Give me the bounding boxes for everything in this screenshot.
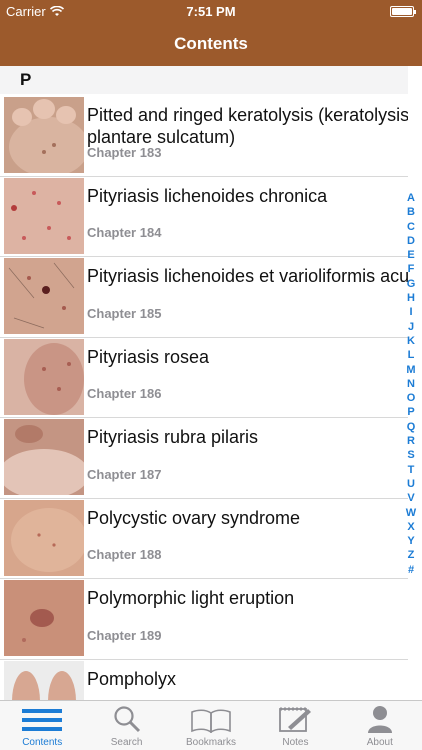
thumbnail-image: [4, 338, 84, 415]
item-chapter: Chapter 186: [87, 386, 162, 401]
tab-label: Contents: [22, 737, 63, 748]
index-letter[interactable]: I: [409, 305, 412, 319]
thumbnail-image: [4, 97, 84, 173]
book-icon: [169, 701, 253, 733]
tab-about[interactable]: About: [338, 701, 422, 750]
tab-bookmarks[interactable]: Bookmarks: [169, 701, 253, 750]
list-item[interactable]: Pityriasis rubra pilaris Chapter 187: [0, 418, 408, 499]
index-letter[interactable]: L: [408, 348, 415, 362]
tab-bar: Contents Search Bookmarks Notes About: [0, 700, 422, 750]
list-item[interactable]: Pityriasis rosea Chapter 186: [0, 338, 408, 418]
section-header: P: [0, 66, 408, 94]
index-letter[interactable]: N: [407, 377, 415, 391]
notes-icon: [253, 701, 337, 733]
item-title: Pityriasis lichenoides et varioliformis …: [87, 266, 408, 286]
thumbnail-image: [4, 177, 84, 254]
tab-contents[interactable]: Contents: [0, 701, 84, 750]
item-title: Polymorphic light eruption: [87, 588, 295, 608]
search-icon: [84, 701, 168, 733]
index-letter[interactable]: G: [407, 277, 416, 291]
list-item[interactable]: Pitted and ringed keratolysis (keratolys…: [0, 96, 408, 177]
list-item[interactable]: Polycystic ovary syndrome Chapter 188: [0, 499, 408, 579]
index-letter[interactable]: V: [407, 491, 414, 505]
list-icon: [0, 701, 84, 733]
thumbnail-image: [4, 419, 84, 495]
battery-icon: [390, 6, 416, 17]
index-letter[interactable]: C: [407, 220, 415, 234]
thumbnail-image: [4, 499, 84, 576]
thumbnail-image: [4, 258, 84, 334]
item-chapter: Chapter 184: [87, 225, 162, 240]
index-letter[interactable]: U: [407, 477, 415, 491]
index-letter[interactable]: Z: [408, 548, 415, 562]
index-letter[interactable]: D: [407, 234, 415, 248]
index-letter[interactable]: X: [407, 520, 414, 534]
item-chapter: Chapter 188: [87, 547, 162, 562]
tab-search[interactable]: Search: [84, 701, 168, 750]
tab-notes[interactable]: Notes: [253, 701, 337, 750]
item-title: Polycystic ovary syndrome: [87, 507, 301, 528]
tab-label: About: [366, 737, 393, 748]
index-letter[interactable]: A: [407, 191, 415, 205]
item-title: Pityriasis rubra pilaris: [87, 427, 259, 447]
tab-label: Notes: [282, 737, 309, 748]
index-letter[interactable]: #: [408, 563, 414, 577]
index-letter[interactable]: F: [408, 262, 415, 276]
tab-label: Bookmarks: [186, 737, 237, 748]
person-icon: [338, 701, 422, 733]
index-letter[interactable]: Q: [407, 420, 416, 434]
item-title: Pompholyx: [87, 668, 177, 689]
index-letter[interactable]: K: [407, 334, 415, 348]
section-index[interactable]: A B C D E F G H I J K L M N O P Q R S T U V W X Y Z #: [402, 191, 420, 577]
item-chapter: Chapter 187: [87, 466, 162, 482]
index-letter[interactable]: O: [407, 391, 416, 405]
item-chapter: Chapter 183: [87, 144, 162, 160]
item-chapter: Chapter 189: [87, 627, 162, 643]
item-title: Pityriasis lichenoides chronica: [87, 185, 328, 206]
list-item[interactable]: Pityriasis lichenoides et varioliformis …: [0, 257, 408, 338]
index-letter[interactable]: H: [407, 291, 415, 305]
index-letter[interactable]: J: [408, 320, 414, 334]
list-item[interactable]: Polymorphic light eruption Chapter 189: [0, 579, 408, 660]
index-letter[interactable]: Y: [407, 534, 414, 548]
tab-label: Search: [110, 737, 143, 748]
list-item[interactable]: Pityriasis lichenoides chronica Chapter …: [0, 177, 408, 257]
contents-list: Pitted and ringed keratolysis (keratolys…: [0, 96, 408, 740]
index-letter[interactable]: M: [406, 363, 415, 377]
thumbnail-image: [4, 580, 84, 656]
page-title: Contents: [174, 34, 248, 53]
index-letter[interactable]: T: [408, 463, 415, 477]
index-letter[interactable]: P: [407, 405, 414, 419]
index-letter[interactable]: S: [407, 448, 414, 462]
status-time: 7:51 PM: [186, 4, 236, 19]
nav-bar: Contents: [0, 22, 422, 66]
index-letter[interactable]: B: [407, 205, 415, 219]
index-letter[interactable]: W: [406, 506, 416, 520]
index-letter[interactable]: R: [407, 434, 415, 448]
index-letter[interactable]: E: [407, 248, 414, 262]
item-chapter: Chapter 185: [87, 305, 162, 321]
item-title: Pityriasis rosea: [87, 346, 210, 367]
item-title: Pitted and ringed keratolysis (keratolys…: [87, 105, 408, 147]
status-bar: Carrier 7:51 PM: [0, 0, 422, 22]
